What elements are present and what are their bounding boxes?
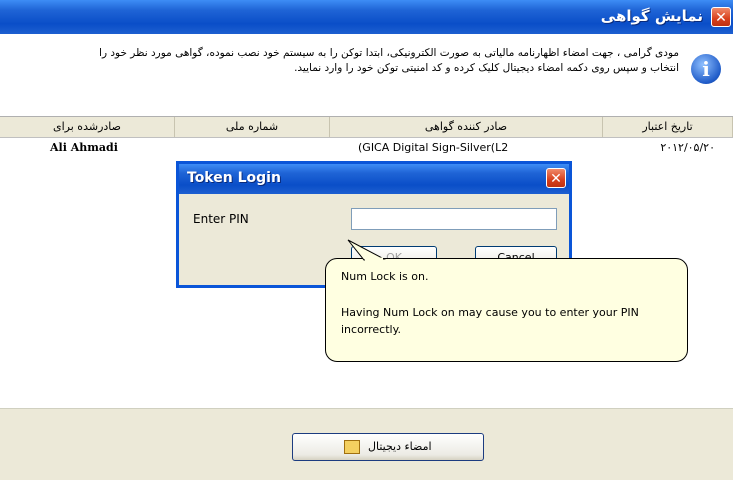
table-row[interactable]: ۲۰۱۲/۰۵/۲۰ (GICA Digital Sign-Silver(L2 … — [0, 139, 733, 157]
column-header-issued-to[interactable]: صادرشده برای — [0, 117, 175, 137]
window-title: نمایش گواهی — [600, 7, 703, 25]
close-icon[interactable]: ✕ — [711, 7, 731, 27]
pin-label: Enter PIN — [193, 212, 249, 226]
column-header-expiry[interactable]: تاریخ اعتبار — [603, 117, 733, 137]
certificate-icon — [344, 440, 361, 454]
info-message: مودی گرامی ، جهت امضاء اظهارنامه مالیاتی… — [99, 47, 679, 74]
column-header-issuer[interactable]: صادر کننده گواهی — [330, 117, 603, 137]
footer-bar: امضاء دیجیتال — [0, 408, 733, 480]
info-panel: i مودی گرامی ، جهت امضاء اظهارنامه مالیا… — [0, 34, 733, 116]
column-header-national-id[interactable]: شماره ملی — [175, 117, 330, 137]
list-header: تاریخ اعتبار صادر کننده گواهی شماره ملی … — [0, 117, 733, 138]
cell-issued-to: Ali Ahmadi — [50, 141, 118, 154]
close-icon[interactable]: ✕ — [546, 168, 566, 188]
window-titlebar[interactable]: نمایش گواهی ✕ — [0, 0, 733, 34]
tooltip-heading: Num Lock is on. — [341, 270, 429, 283]
digital-sign-button[interactable]: امضاء دیجیتال — [292, 433, 484, 461]
pin-input[interactable] — [351, 208, 557, 230]
cell-issuer: (GICA Digital Sign-Silver(L2 — [358, 141, 509, 154]
info-icon: i — [691, 54, 721, 84]
cell-expiry: ۲۰۱۲/۰۵/۲۰ — [660, 141, 715, 154]
num-lock-tooltip: Num Lock is on. Having Num Lock on may c… — [325, 258, 688, 362]
dialog-titlebar[interactable]: Token Login ✕ — [179, 164, 569, 194]
digital-sign-label: امضاء دیجیتال — [367, 440, 432, 453]
tooltip-message: Having Num Lock on may cause you to ente… — [341, 306, 639, 336]
dialog-title: Token Login — [187, 170, 281, 186]
